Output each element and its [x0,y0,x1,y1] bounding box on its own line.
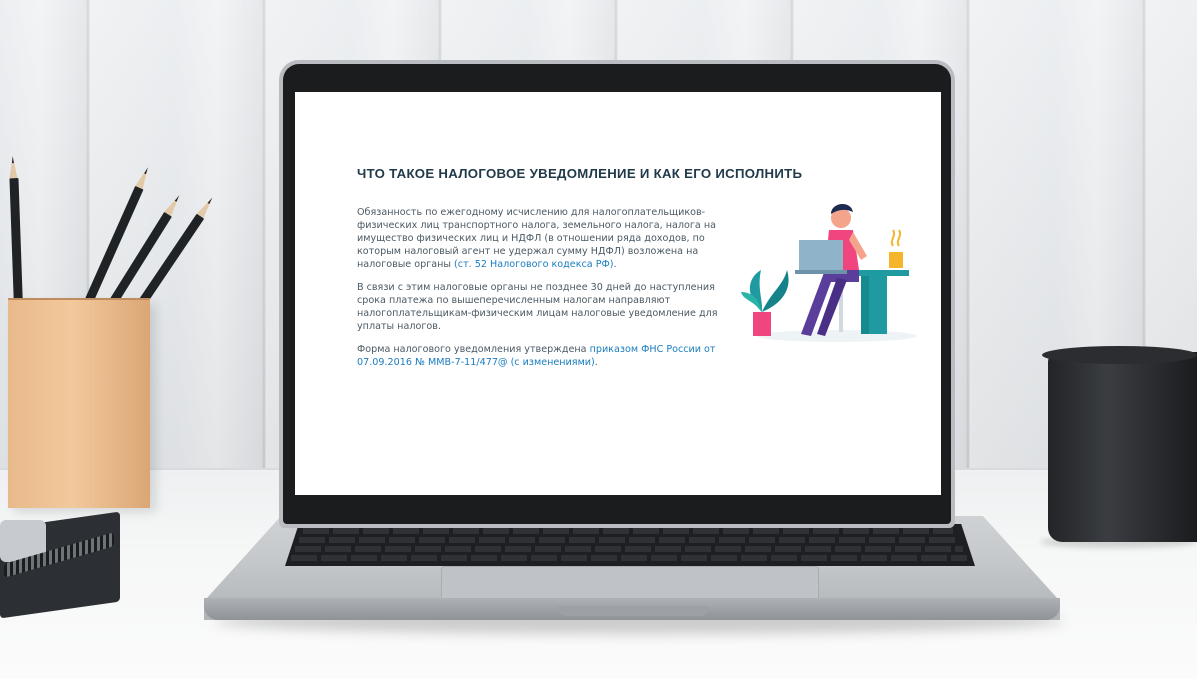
desk-leg-shade [861,276,869,334]
laptop-keyboard [285,524,975,566]
person-at-laptop-illustration [741,203,917,342]
paragraph-notification: В связи с этим налоговые органы не поздн… [357,282,718,332]
floor-shadow [757,330,917,342]
coffee-mug [1048,352,1197,542]
key-row [303,528,953,534]
cup-steam [896,229,902,247]
plant-leaf [762,270,789,312]
pencil-holder [8,300,150,508]
coffee-mug-rim [1042,346,1197,364]
laptop-notch [558,606,708,616]
paragraph-end: . [613,259,617,270]
illustration-laptop-base [795,270,847,274]
illustration-laptop [799,240,843,270]
photo-scene: ЧТО ТАКОЕ НАЛОГОВОЕ УВЕДОМЛЕНИЕ И КАК ЕГ… [0,0,1197,679]
paragraph-form: Форма налогового уведомления утверждена … [357,343,729,369]
plant-pot [753,312,771,336]
paragraph-text: Форма налогового уведомления утверждена [357,344,587,355]
paragraph-end: . [594,357,598,368]
tax-code-link[interactable]: (ст. 52 Налогового кодекса РФ) [454,259,613,270]
cup [889,252,903,268]
cup-steam [890,229,896,247]
plant-leaf [749,270,763,312]
paragraph-obligation: Обязанность по ежегодному исчислению для… [357,206,729,271]
key-row [291,555,967,561]
key-row [299,537,959,543]
article-content: Обязанность по ежегодному исчислению для… [357,206,729,379]
laptop-screen: ЧТО ТАКОЕ НАЛОГОВОЕ УВЕДОМЛЕНИЕ И КАК ЕГ… [295,92,941,495]
key-row [295,546,963,552]
page-title: ЧТО ТАКОЕ НАЛОГОВОЕ УВЕДОМЛЕНИЕ И КАК ЕГ… [357,166,803,181]
